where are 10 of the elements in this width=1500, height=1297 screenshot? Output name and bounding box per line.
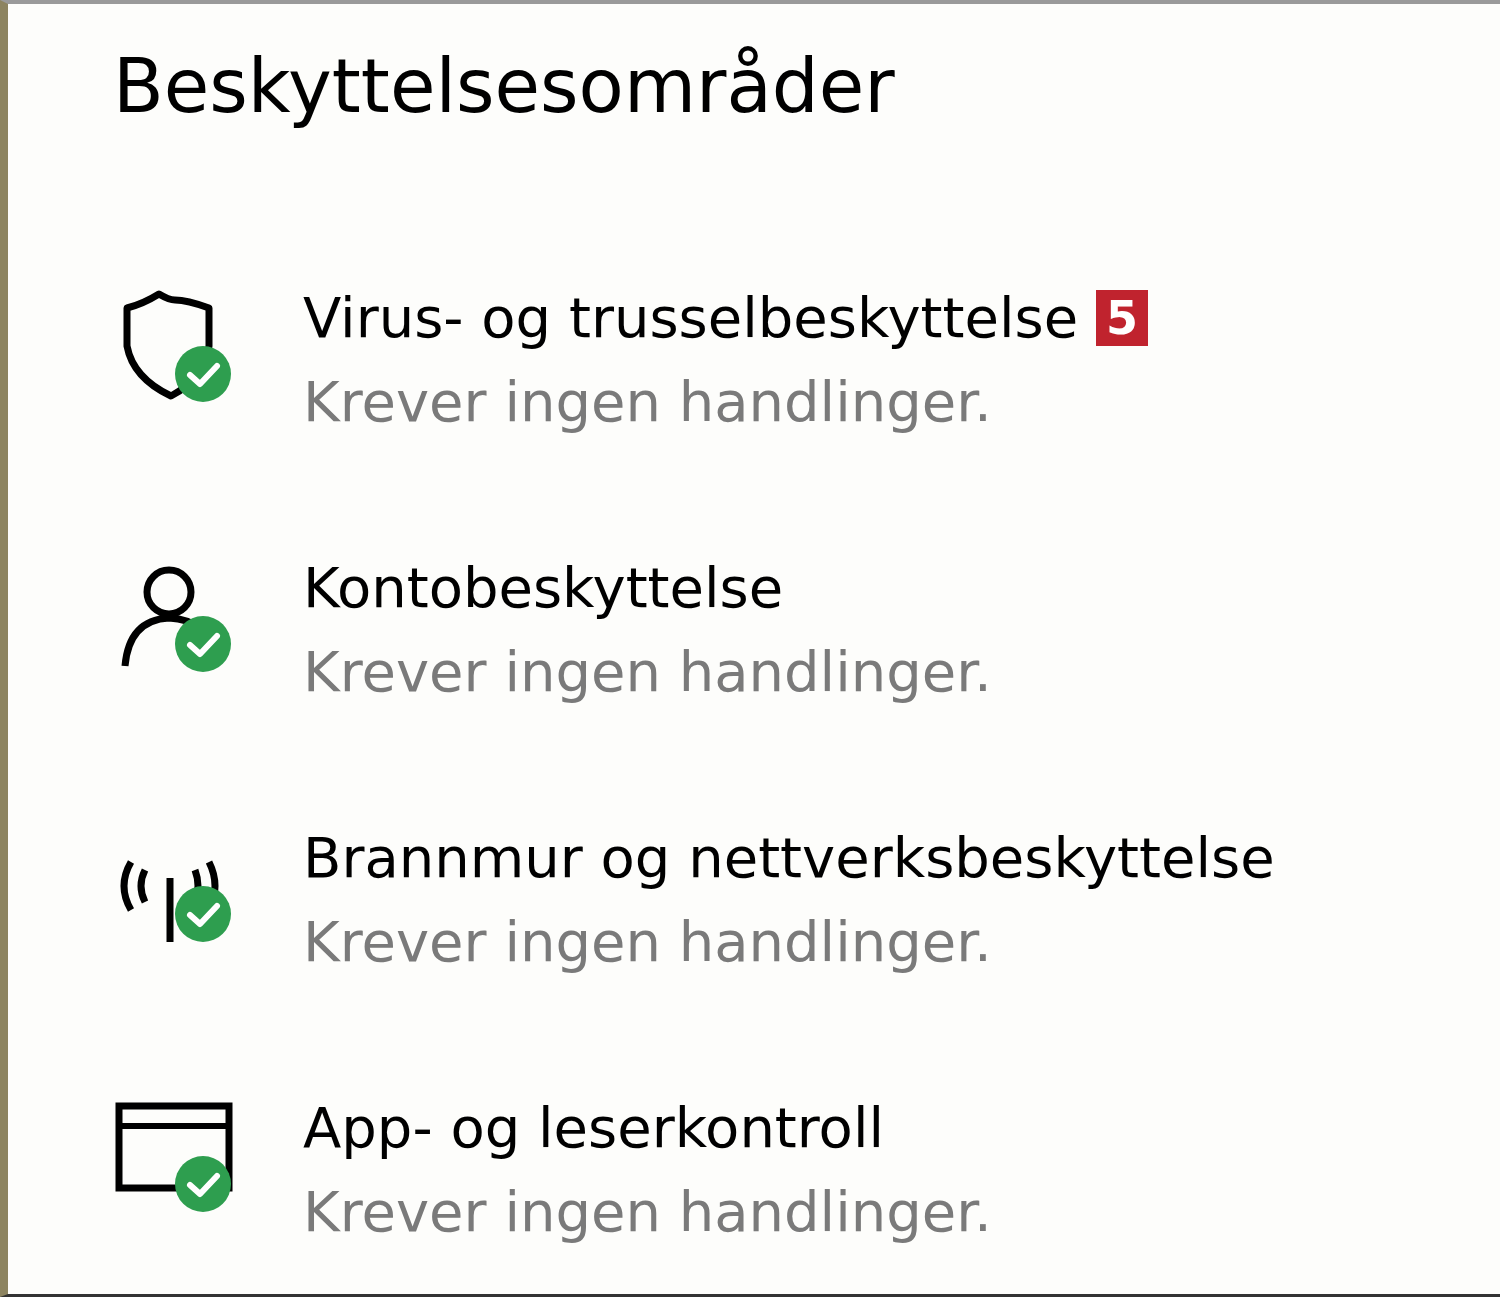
area-link[interactable]: Virus- og trusselbeskyttelse: [303, 275, 1079, 360]
area-link[interactable]: Brannmur og nettverksbeskyttelse: [303, 815, 1275, 900]
area-link[interactable]: Kontobeskyttelse: [303, 545, 784, 630]
count-badge: 5: [1096, 289, 1149, 346]
section-heading: Beskyttelsesområder: [113, 42, 895, 131]
status-text: Krever ingen handlinger.: [303, 907, 992, 976]
area-link[interactable]: App- og leserkontroll: [303, 1085, 884, 1170]
status-text: Krever ingen handlinger.: [303, 1177, 992, 1246]
status-text: Krever ingen handlinger.: [303, 637, 992, 706]
status-text: Krever ingen handlinger.: [303, 367, 992, 436]
